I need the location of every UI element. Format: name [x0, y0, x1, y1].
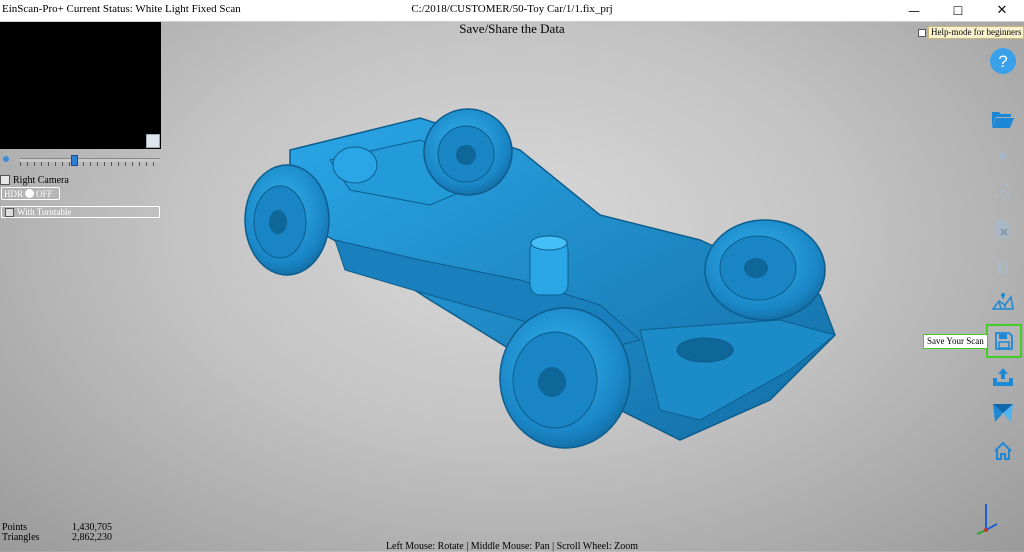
- slider-thumb[interactable]: [71, 155, 78, 166]
- right-camera-label: Right Camera: [13, 174, 69, 186]
- pause-icon: [998, 260, 1008, 274]
- brightness-icon: [3, 156, 9, 162]
- pause-button[interactable]: [987, 252, 1019, 282]
- turntable-row[interactable]: With Turntable: [1, 206, 160, 218]
- point-cloud-button[interactable]: [987, 176, 1019, 206]
- delete-button[interactable]: [987, 214, 1019, 244]
- wheel-front-right: [704, 219, 826, 321]
- svg-text:?: ?: [998, 52, 1007, 71]
- triangles-icon: [993, 404, 1013, 422]
- question-circle-icon: ?: [990, 48, 1016, 74]
- mesh-statistics: Points 1,430,705 Triangles 2,862,230: [2, 523, 112, 543]
- save-scan-tooltip: Save Your Scan: [923, 334, 988, 349]
- delete-document-icon: [996, 220, 1009, 238]
- mesh-icon: [991, 293, 1014, 310]
- wheel-rear-right: [423, 108, 513, 196]
- camera-preview: [0, 22, 161, 149]
- wheel-rear-left: [244, 164, 330, 276]
- save-scan-button[interactable]: [986, 324, 1022, 358]
- open-project-button[interactable]: [987, 104, 1019, 134]
- turntable-checkbox[interactable]: [5, 207, 14, 217]
- measure-button[interactable]: [987, 398, 1019, 428]
- play-button[interactable]: [987, 141, 1019, 171]
- help-mode-label: Help-mode for beginners: [928, 26, 1024, 39]
- hdr-toggle-knob: [25, 189, 35, 198]
- help-mode-toggle[interactable]: Help-mode for beginners: [918, 26, 1024, 39]
- right-camera-row[interactable]: Right Camera: [0, 174, 69, 186]
- home-button[interactable]: [987, 436, 1019, 466]
- help-mode-checkbox[interactable]: [918, 28, 926, 37]
- wheel-front-left: [499, 307, 631, 449]
- slider-ticks: [20, 162, 160, 166]
- zoom-preview-icon[interactable]: [146, 134, 160, 148]
- hdr-state: OFF: [36, 188, 53, 199]
- home-icon: [994, 441, 1012, 460]
- upload-tray-icon: [993, 368, 1013, 386]
- floppy-disk-icon: [995, 332, 1013, 350]
- export-button[interactable]: [987, 362, 1019, 392]
- hdr-label: HDR: [4, 188, 24, 199]
- right-camera-checkbox[interactable]: [0, 175, 10, 185]
- mouse-controls-hint: Left Mouse: Rotate | Middle Mouse: Pan |…: [385, 541, 639, 552]
- help-button[interactable]: ?: [987, 46, 1019, 76]
- scatter-points-icon: [995, 183, 1010, 200]
- hdr-toggle[interactable]: HDR OFF: [1, 187, 60, 200]
- play-icon: [999, 150, 1008, 162]
- brightness-slider[interactable]: [20, 155, 160, 167]
- mesh-button[interactable]: [987, 287, 1019, 317]
- folder-open-icon: [992, 112, 1014, 128]
- camera-panel: Right Camera HDR OFF With Turntable: [0, 22, 161, 222]
- axis-gizmo-icon: [976, 504, 998, 535]
- turntable-label: With Turntable: [17, 207, 72, 217]
